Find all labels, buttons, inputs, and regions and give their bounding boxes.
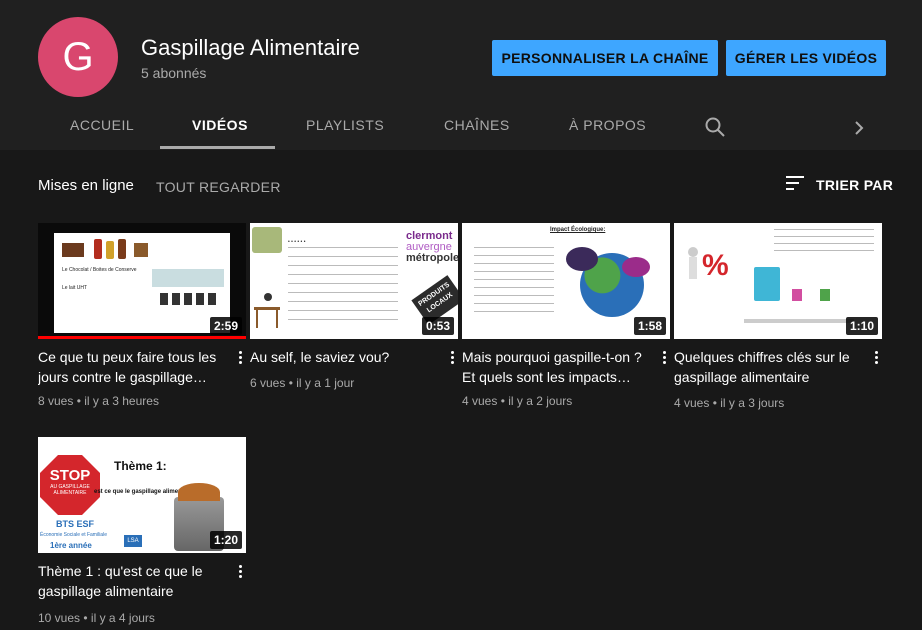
video-meta: 4 vues • il y a 2 jours <box>462 394 573 408</box>
sort-label: TRIER PAR <box>816 177 894 193</box>
percent-symbol: % <box>702 249 729 282</box>
person-desk-image <box>254 293 280 329</box>
channel-name: Gaspillage Alimentaire <box>141 35 360 60</box>
upload-age: il y a 2 jours <box>508 394 573 408</box>
theme-heading: Thème 1: <box>114 459 167 473</box>
video-title[interactable]: Quelques chiffres clés sur le gaspillage… <box>674 347 862 387</box>
pollution-cloud-image <box>622 257 650 277</box>
video-thumbnail[interactable]: % 1:10 <box>674 223 882 339</box>
chocolate-image <box>62 243 84 257</box>
channel-avatar[interactable]: G <box>38 17 118 97</box>
view-count: 10 vues <box>38 611 81 625</box>
video-duration: 2:59 <box>209 317 242 335</box>
slide-icons <box>160 293 216 305</box>
slide-heading: Impact Écologique: <box>550 227 606 233</box>
video-card[interactable]: • • • • • • clermont auvergne métropole … <box>250 223 460 393</box>
person-figure-image <box>684 247 702 283</box>
bottle-image <box>94 239 102 259</box>
section-title: Mises en ligne <box>38 177 134 194</box>
bottle-image <box>118 239 126 259</box>
view-count: 4 vues <box>462 394 498 408</box>
more-vert-icon[interactable] <box>234 349 246 367</box>
upload-age: il y a 1 jour <box>296 376 355 390</box>
year-label: 1ère année <box>50 541 92 550</box>
customize-channel-button[interactable]: PERSONNALISER LA CHAÎNE <box>492 40 718 76</box>
slide-text: Le Chocolat / Boites de Conserve <box>62 267 137 273</box>
video-duration: 1:58 <box>633 317 666 335</box>
video-card[interactable]: Le Chocolat / Boites de Conserve Le lait… <box>38 223 248 413</box>
view-count: 8 vues <box>38 394 74 408</box>
video-title[interactable]: Ce que tu peux faire tous les jours cont… <box>38 347 226 387</box>
video-duration: 1:20 <box>209 531 242 549</box>
upload-age: il y a 4 jours <box>90 611 155 625</box>
upload-age: il y a 3 heures <box>84 394 159 408</box>
video-title[interactable]: Thème 1 : qu'est ce que le gaspillage al… <box>38 561 226 601</box>
slide-text-lines <box>288 247 398 327</box>
clermont-logo: clermont auvergne métropole <box>406 230 458 264</box>
video-meta: 4 vues • il y a 3 jours <box>674 396 785 410</box>
manage-videos-button[interactable]: GÉRER LES VIDÉOS <box>726 40 886 76</box>
see-all-button[interactable]: TOUT REGARDER <box>156 179 281 195</box>
video-card[interactable]: % 1:10 Quelques chiffres clés sur le gas… <box>674 223 884 413</box>
view-count: 4 vues <box>674 396 710 410</box>
video-card[interactable]: STOP AU GASPILLAGE ALIMENTAIRE Thème 1: … <box>38 437 248 627</box>
video-thumbnail[interactable]: Le Chocolat / Boites de Conserve Le lait… <box>38 223 246 339</box>
video-meta: 8 vues • il y a 3 heures <box>38 394 159 408</box>
video-duration: 0:53 <box>421 317 454 335</box>
tab-playlists[interactable]: PLAYLISTS <box>306 117 384 137</box>
video-duration: 1:10 <box>845 317 878 335</box>
box-image <box>134 243 148 257</box>
bin-image <box>820 289 830 301</box>
thumbnail-slide: Le Chocolat / Boites de Conserve Le lait… <box>54 233 230 333</box>
chevron-right-icon[interactable] <box>852 119 866 137</box>
bottle-image <box>106 241 114 259</box>
video-meta: 10 vues • il y a 4 jours <box>38 611 155 625</box>
slide-banner <box>152 269 224 287</box>
subscriber-count: 5 abonnés <box>141 65 207 81</box>
pollution-cloud-image <box>566 247 598 271</box>
food-image <box>252 227 282 253</box>
more-vert-icon[interactable] <box>870 349 882 367</box>
tab-videos[interactable]: VIDÉOS <box>192 117 248 137</box>
watch-progress-bar <box>38 336 246 339</box>
video-meta: 6 vues • il y a 1 jour <box>250 376 355 390</box>
video-title[interactable]: Mais pourquoi gaspille-t-on ? Et quels s… <box>462 347 650 387</box>
upload-age: il y a 3 jours <box>720 396 785 410</box>
channel-header: G Gaspillage Alimentaire 5 abonnés PERSO… <box>0 0 922 150</box>
slide-text: Le lait UHT <box>62 285 88 291</box>
active-tab-indicator <box>160 146 275 149</box>
search-icon[interactable] <box>704 116 726 138</box>
stop-sign: STOP AU GASPILLAGE ALIMENTAIRE <box>40 455 100 515</box>
slide-text-lines <box>774 229 874 251</box>
video-thumbnail[interactable]: Impact Écologique: 1:58 <box>462 223 670 339</box>
lsa-logo: LSA <box>124 535 142 547</box>
video-title[interactable]: Au self, le saviez vou? <box>250 347 438 367</box>
sort-button[interactable]: TRIER PAR <box>786 175 893 195</box>
bin-image <box>754 267 780 301</box>
tab-chaines[interactable]: CHAÎNES <box>444 117 510 137</box>
slide-text: • • • • • • <box>288 239 306 245</box>
more-vert-icon[interactable] <box>658 349 670 367</box>
video-thumbnail[interactable]: • • • • • • clermont auvergne métropole … <box>250 223 458 339</box>
video-thumbnail[interactable]: STOP AU GASPILLAGE ALIMENTAIRE Thème 1: … <box>38 437 246 553</box>
bts-sub-label: Économie Sociale et Familiale <box>40 532 107 538</box>
slide-text-lines <box>744 319 854 323</box>
tab-a-propos[interactable]: À PROPOS <box>569 117 646 137</box>
bts-label: BTS ESF <box>56 519 95 529</box>
video-card[interactable]: Impact Écologique: 1:58 Mais pourquoi ga… <box>462 223 672 413</box>
more-vert-icon[interactable] <box>446 349 458 367</box>
more-vert-icon[interactable] <box>234 563 246 581</box>
view-count: 6 vues <box>250 376 286 390</box>
tab-accueil[interactable]: ACCUEIL <box>70 117 134 137</box>
bin-image <box>792 289 802 301</box>
sort-icon <box>786 175 804 195</box>
slide-text-lines <box>474 247 554 319</box>
